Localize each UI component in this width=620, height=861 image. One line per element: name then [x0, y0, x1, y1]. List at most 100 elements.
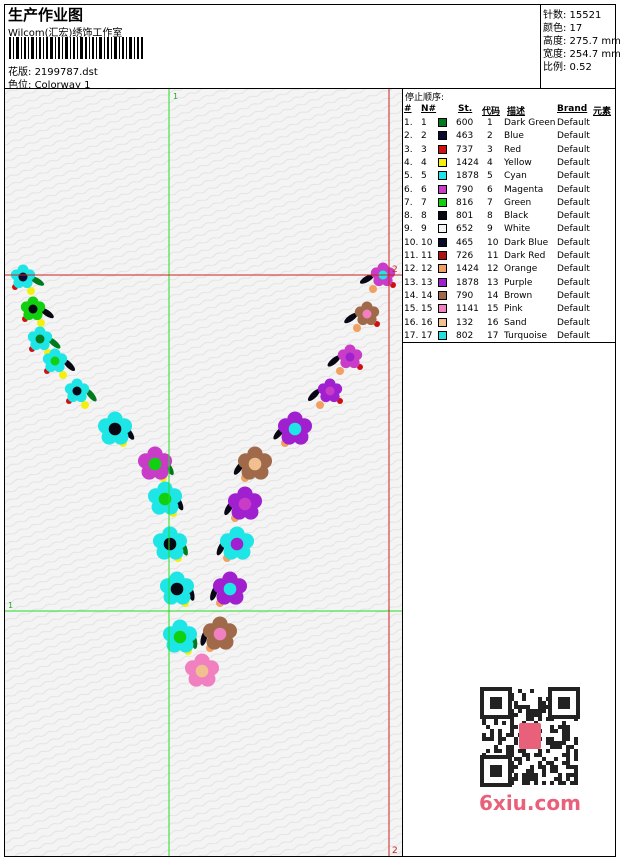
col-code: 代码 — [482, 107, 501, 117]
row-needle: 14 — [421, 290, 433, 301]
row-needle: 7 — [421, 197, 427, 208]
row-needle: 3 — [421, 144, 427, 155]
row-brand: Default — [557, 277, 590, 288]
color-swatch — [438, 304, 447, 314]
row-needle: 2 — [421, 131, 427, 142]
table-row: 6. 6 790 6 Magenta Default — [403, 184, 615, 198]
color-swatch — [438, 290, 447, 300]
color-swatch — [438, 264, 447, 274]
table-header: # N# St. 代码 描述 Brand 元素 — [403, 104, 615, 117]
row-stitches: 801 — [456, 211, 474, 222]
page-title: 生产作业图 — [8, 6, 84, 24]
row-brand: Default — [557, 144, 590, 155]
embroidery-canvas: 1 1 2 2 — [5, 89, 402, 856]
row-brand: Default — [557, 184, 590, 195]
row-code: 3 — [487, 144, 493, 155]
row-index: 13. — [404, 277, 419, 288]
row-description: Orange — [504, 264, 538, 275]
row-brand: Default — [557, 330, 590, 341]
scale-ratio: 比例: 0.52 — [543, 62, 592, 73]
row-needle: 17 — [421, 330, 433, 341]
row-needle: 15 — [421, 304, 433, 315]
row-stitches: 790 — [456, 184, 474, 195]
row-needle: 1 — [421, 118, 427, 128]
col-description: 描述 — [507, 107, 526, 117]
row-brand: Default — [557, 118, 590, 128]
row-code: 9 — [487, 224, 493, 235]
row-brand: Default — [557, 264, 590, 275]
row-brand: Default — [557, 317, 590, 328]
color-swatch — [438, 184, 447, 194]
row-brand: Default — [557, 251, 590, 261]
row-index: 7. — [404, 197, 413, 208]
row-stitches: 1878 — [456, 171, 479, 182]
row-index: 4. — [404, 157, 413, 168]
row-code: 12 — [487, 264, 499, 275]
col-needle: N# — [421, 104, 437, 114]
table-row: 11. 11 726 11 Dark Red Default — [403, 251, 615, 264]
table-row: 15. 15 1141 15 Pink Default — [403, 304, 615, 317]
row-code: 16 — [487, 317, 499, 328]
row-description: Cyan — [504, 171, 527, 182]
row-brand: Default — [557, 171, 590, 182]
color-swatch — [438, 317, 447, 327]
row-index: 8. — [404, 211, 413, 222]
row-index: 17. — [404, 330, 419, 341]
row-brand: Default — [557, 157, 590, 168]
barcode-image — [9, 37, 143, 59]
color-swatch — [438, 131, 447, 141]
color-swatch — [438, 157, 447, 167]
bottom-guide-mark: 2 — [392, 846, 398, 856]
col-stitches: St. — [458, 104, 473, 114]
row-needle: 9 — [421, 224, 427, 235]
color-swatch — [438, 237, 447, 247]
row-stitches: 802 — [456, 330, 474, 341]
color-swatch — [438, 277, 447, 287]
row-stitches: 600 — [456, 118, 474, 128]
row-brand: Default — [557, 290, 590, 301]
table-row: 12. 12 1424 12 Orange Default — [403, 264, 615, 277]
row-description: Purple — [504, 277, 533, 288]
row-stitches: 726 — [456, 251, 474, 261]
table-row: 1. 1 600 1 Dark Green Default — [403, 118, 615, 131]
row-index: 5. — [404, 171, 413, 182]
row-code: 11 — [487, 251, 499, 261]
color-swatch — [438, 171, 447, 181]
row-brand: Default — [557, 304, 590, 315]
color-swatch — [438, 197, 447, 207]
row-index: 1. — [404, 118, 413, 128]
row-code: 5 — [487, 171, 493, 182]
row-brand: Default — [557, 211, 590, 222]
table-row: 8. 8 801 8 Black Default — [403, 211, 615, 224]
row-stitches: 465 — [456, 237, 474, 248]
row-stitches: 132 — [456, 317, 474, 328]
color-swatch — [438, 118, 447, 127]
color-stop-table: 停止顺序: # N# St. 代码 描述 Brand 元素 1. 1 600 1 Dar… — [403, 89, 615, 343]
row-description: Pink — [504, 304, 523, 315]
table-row: 17. 17 802 17 Turquoise Default — [403, 330, 615, 344]
color-swatch — [438, 251, 447, 260]
col-element: 元素 — [593, 107, 612, 117]
row-code: 4 — [487, 157, 493, 168]
row-code: 10 — [487, 237, 499, 248]
row-index: 16. — [404, 317, 419, 328]
row-description: Blue — [504, 131, 524, 142]
table-row: 7. 7 816 7 Green Default — [403, 197, 615, 211]
table-row: 3. 3 737 3 Red Default — [403, 144, 615, 158]
production-sheet: 生产作业图 Wilcom(汇宏)绣饰工作室 花版: 2199787.dst 色位… — [4, 4, 620, 857]
row-code: 8 — [487, 211, 493, 222]
row-index: 10. — [404, 237, 419, 248]
col-brand: Brand — [557, 104, 588, 114]
row-description: Turquoise — [504, 330, 548, 341]
row-description: Dark Red — [504, 251, 546, 261]
row-index: 2. — [404, 131, 413, 142]
color-swatch — [438, 144, 447, 154]
row-description: Green — [504, 197, 532, 208]
row-index: 15. — [404, 304, 419, 315]
row-description: Yellow — [504, 157, 532, 168]
row-description: Brown — [504, 290, 533, 301]
color-swatch — [438, 330, 447, 340]
row-code: 14 — [487, 290, 499, 301]
row-needle: 5 — [421, 171, 427, 182]
row-index: 11. — [404, 251, 419, 261]
